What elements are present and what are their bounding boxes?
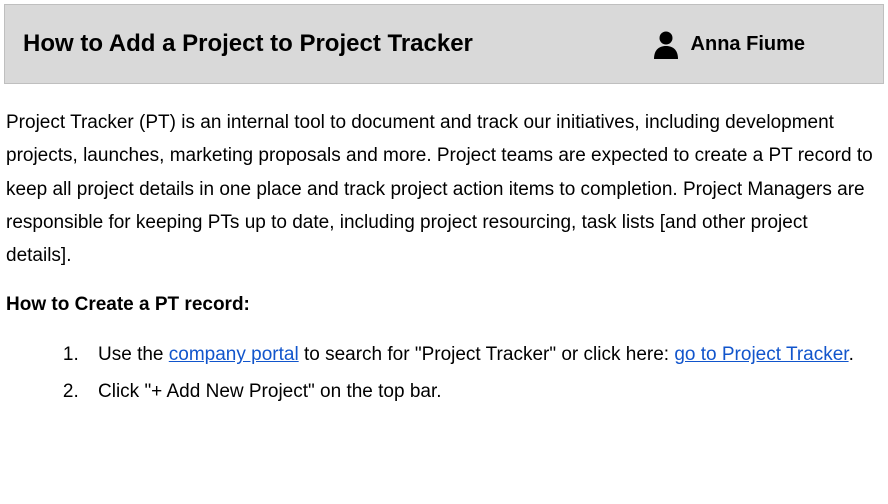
author-name: Anna Fiume [691,33,805,56]
step-text: Use the [98,344,169,365]
list-item: Use the company portal to search for "Pr… [84,338,878,371]
steps-list: Use the company portal to search for "Pr… [6,338,878,408]
step-text: Click "+ Add New Project" on the top bar… [98,381,442,402]
step-text: . [849,344,854,365]
person-icon [651,29,681,59]
company-portal-link[interactable]: company portal [169,344,299,365]
page-title: How to Add a Project to Project Tracker [23,30,473,58]
author-block: Anna Fiume [651,29,805,59]
header-bar: How to Add a Project to Project Tracker … [4,4,884,84]
go-to-project-tracker-link[interactable]: go to Project Tracker [674,344,848,365]
step-text: to search for "Project Tracker" or click… [299,344,675,365]
content-area: Project Tracker (PT) is an internal tool… [0,88,888,408]
section-heading: How to Create a PT record: [6,294,878,316]
intro-paragraph: Project Tracker (PT) is an internal tool… [6,106,878,272]
list-item: Click "+ Add New Project" on the top bar… [84,375,878,408]
